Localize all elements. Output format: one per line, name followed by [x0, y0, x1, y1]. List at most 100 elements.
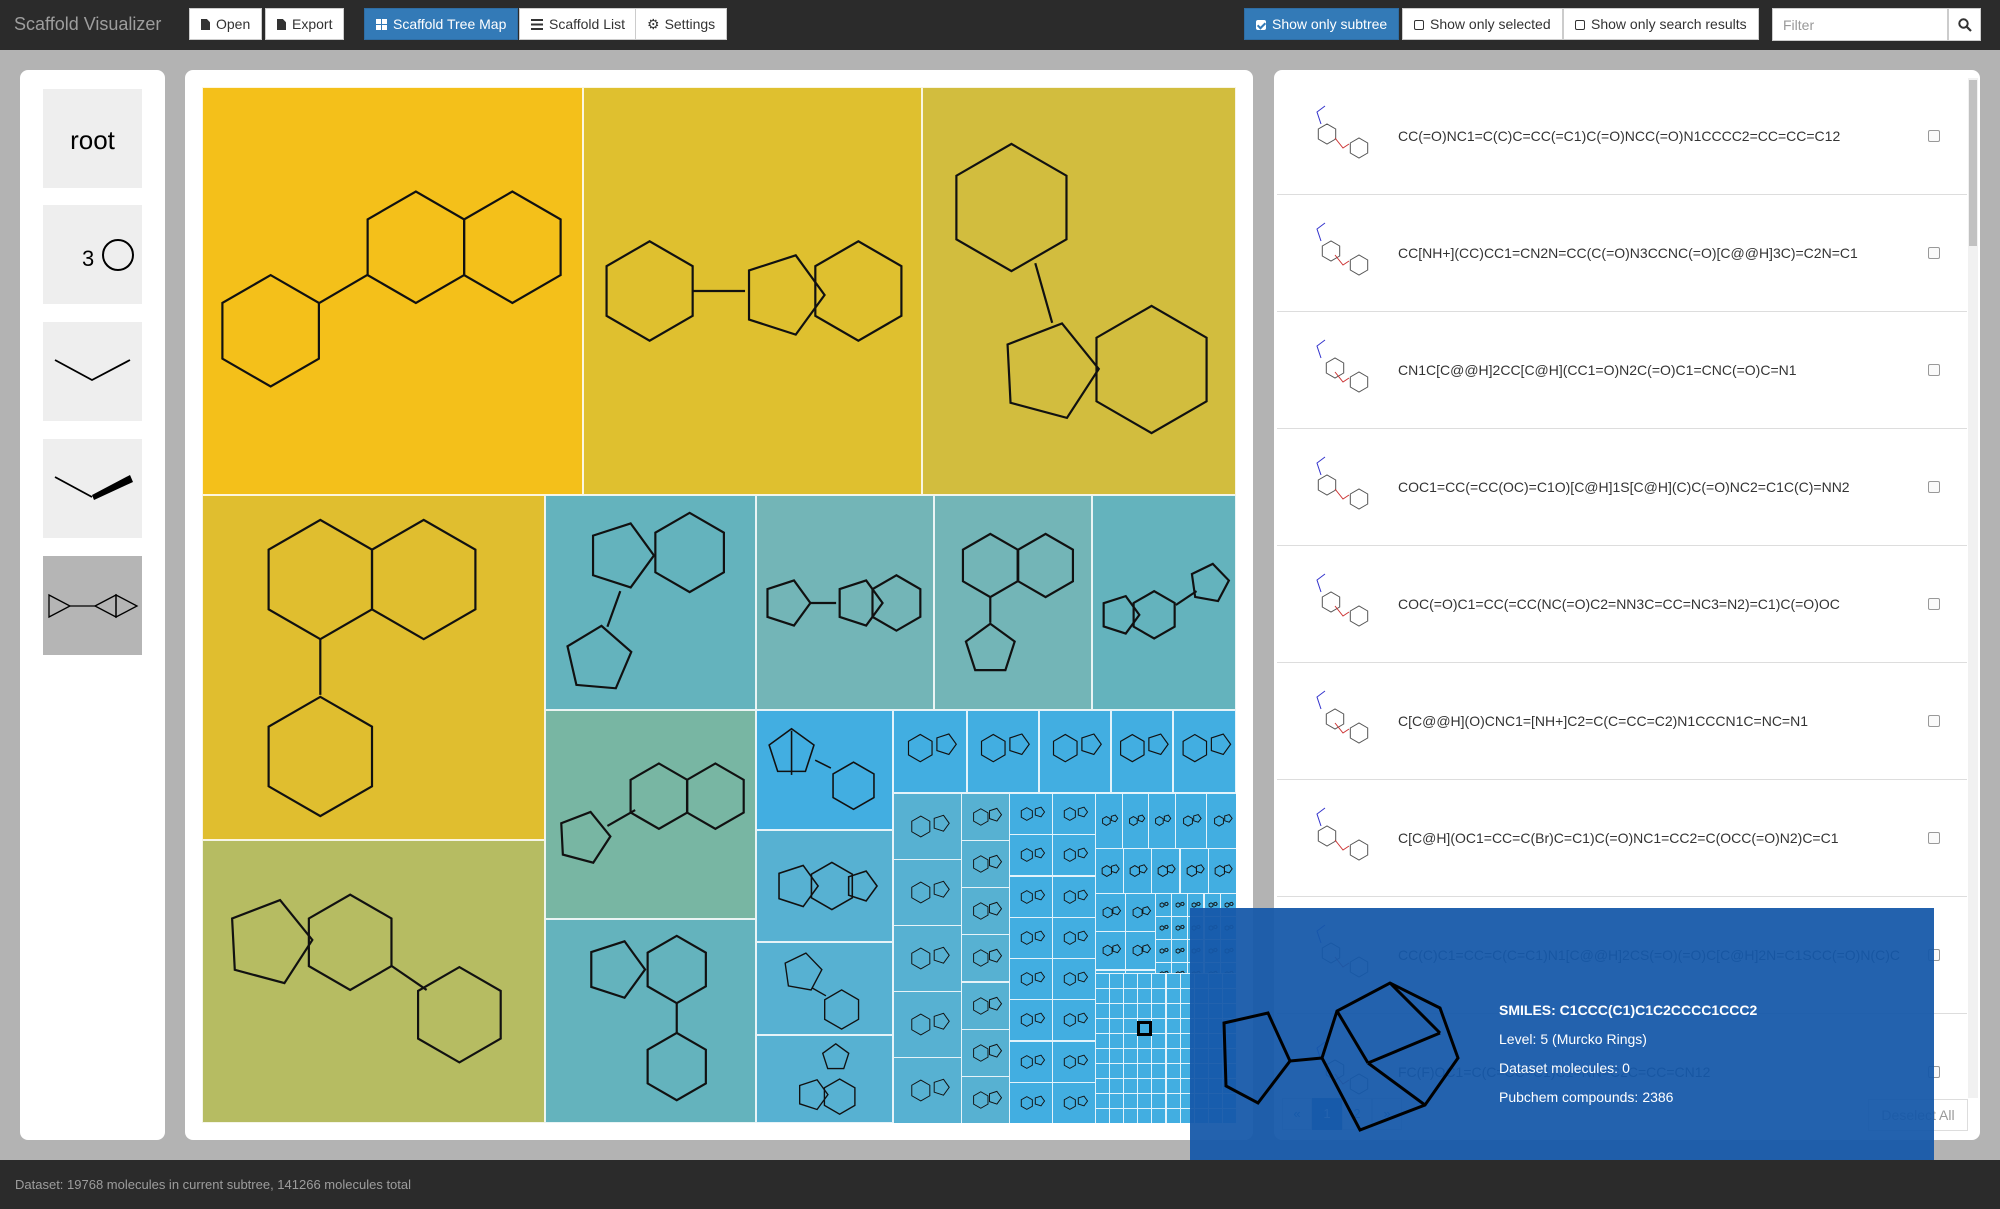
treemap-cell[interactable] — [1151, 1063, 1166, 1079]
treemap-cell[interactable] — [1095, 931, 1126, 970]
treemap-cell[interactable] — [961, 1029, 1010, 1077]
treemap-cell[interactable] — [756, 495, 934, 710]
treemap-cell[interactable] — [961, 840, 1010, 888]
treemap-cell[interactable] — [1095, 893, 1126, 932]
treemap-cell[interactable] — [1095, 1018, 1110, 1034]
treemap-cell[interactable] — [1151, 1033, 1166, 1049]
treemap-cell[interactable] — [1109, 1003, 1124, 1019]
treemap-cell[interactable] — [202, 840, 545, 1123]
treemap-cell[interactable] — [1166, 973, 1181, 989]
treemap-cell[interactable] — [1052, 1082, 1096, 1123]
treemap-cell[interactable] — [756, 1035, 893, 1123]
treemap-cell[interactable] — [1109, 973, 1124, 989]
treemap-cell[interactable] — [756, 830, 893, 942]
treemap-cell[interactable] — [1137, 1003, 1152, 1019]
treemap-cell[interactable] — [1125, 931, 1156, 970]
treemap-cell[interactable] — [1052, 834, 1096, 876]
treemap-cell[interactable] — [756, 710, 893, 830]
treemap-cell[interactable] — [1052, 1041, 1096, 1083]
treemap-cell[interactable] — [1125, 893, 1156, 932]
molecule-row[interactable]: CC[NH+](CC)CC1=CN2N=CC(C(=O)N3CCNC(=O)[C… — [1277, 195, 1967, 312]
treemap-cell[interactable] — [1137, 988, 1152, 1004]
treemap-cell[interactable] — [1009, 876, 1053, 918]
treemap-cell[interactable] — [1166, 1078, 1181, 1094]
molecule-select-checkbox[interactable] — [1928, 598, 1940, 610]
treemap-cell[interactable] — [893, 710, 967, 793]
treemap-cell[interactable] — [1137, 973, 1152, 989]
molecule-select-checkbox[interactable] — [1928, 832, 1940, 844]
treemap-cell[interactable] — [961, 1076, 1010, 1123]
treemap-cell[interactable] — [1155, 916, 1172, 940]
treemap-cell[interactable] — [1095, 1033, 1110, 1049]
treemap-cell[interactable] — [1009, 834, 1053, 876]
treemap-cell[interactable] — [1123, 988, 1138, 1004]
treemap-cell[interactable] — [1095, 1093, 1110, 1109]
treemap-cell[interactable] — [1173, 710, 1236, 793]
molecule-select-checkbox[interactable] — [1928, 130, 1940, 142]
treemap-cell[interactable] — [1039, 710, 1111, 793]
treemap-cell[interactable] — [202, 87, 583, 495]
treemap-cell[interactable] — [202, 495, 545, 840]
level-murcko-rings[interactable] — [43, 556, 142, 655]
treemap-cell[interactable] — [1095, 1108, 1110, 1123]
treemap-cell[interactable] — [1171, 939, 1188, 963]
toggle-show-only-subtree[interactable]: Show only subtree — [1244, 8, 1400, 40]
molecule-select-checkbox[interactable] — [1928, 247, 1940, 259]
treemap-cell[interactable] — [1095, 973, 1110, 989]
treemap-cell[interactable] — [1206, 793, 1236, 849]
treemap-cell[interactable] — [961, 887, 1010, 935]
treemap-cell[interactable] — [545, 919, 756, 1123]
treemap-cell[interactable] — [1109, 988, 1124, 1004]
treemap-cell[interactable] — [1151, 973, 1166, 989]
treemap-cell[interactable] — [1123, 1003, 1138, 1019]
treemap-cell[interactable] — [1180, 848, 1209, 894]
molecule-row[interactable]: C[C@H](OC1=CC=C(Br)C=C1)C(=O)NC1=CC2=C(O… — [1277, 780, 1967, 897]
level-root[interactable]: root — [43, 89, 142, 188]
treemap-cell[interactable] — [1123, 1048, 1138, 1064]
export-button[interactable]: Export — [265, 8, 345, 40]
treemap-cell[interactable] — [1123, 1108, 1138, 1123]
treemap-cell[interactable] — [1052, 999, 1096, 1041]
treemap-cell[interactable] — [1123, 973, 1138, 989]
treemap-cell[interactable] — [1109, 1078, 1124, 1094]
molecule-row[interactable]: COC(=O)C1=CC(=CC(NC(=O)C2=NN3C=CC=NC3=N2… — [1277, 546, 1967, 663]
treemap-cell[interactable] — [545, 495, 756, 710]
treemap-cell[interactable] — [1095, 1048, 1110, 1064]
treemap-cell[interactable] — [1148, 793, 1176, 849]
treemap-cell[interactable] — [934, 495, 1092, 710]
treemap-cell[interactable] — [1155, 939, 1172, 963]
treemap-cell[interactable] — [1109, 1033, 1124, 1049]
tab-settings[interactable]: ⚙ Settings — [635, 8, 728, 40]
molecule-row[interactable]: CN1C[C@@H]2CC[C@H](CC1=O)N2C(=O)C1=CNC(=… — [1277, 312, 1967, 429]
open-button[interactable]: Open — [189, 8, 263, 40]
treemap-cell[interactable] — [893, 925, 962, 992]
treemap-cell[interactable] — [893, 1057, 962, 1123]
treemap-cell[interactable] — [1009, 917, 1053, 959]
treemap-cell[interactable] — [1009, 958, 1053, 1000]
treemap-cell[interactable] — [1171, 893, 1188, 917]
treemap-cell[interactable] — [1151, 988, 1166, 1004]
treemap-cell[interactable] — [1208, 848, 1236, 894]
treemap-cell[interactable] — [1166, 1003, 1181, 1019]
molecule-select-checkbox[interactable] — [1928, 481, 1940, 493]
treemap-cell[interactable] — [1166, 1018, 1181, 1034]
treemap-cell[interactable] — [1109, 1093, 1124, 1109]
treemap-cell[interactable] — [1137, 1093, 1152, 1109]
search-button[interactable] — [1948, 8, 1981, 41]
treemap-cell[interactable] — [1151, 848, 1180, 894]
molecule-row[interactable]: C[C@@H](O)CNC1=[NH+]C2=C(C=CC=C2)N1CCCN1… — [1277, 663, 1967, 780]
treemap-cell[interactable] — [961, 982, 1010, 1030]
treemap-cell[interactable] — [1123, 1093, 1138, 1109]
molecule-select-checkbox[interactable] — [1928, 364, 1940, 376]
treemap-cell[interactable] — [1166, 1108, 1181, 1123]
treemap-cell[interactable] — [1155, 893, 1172, 917]
treemap-cell[interactable] — [1166, 1048, 1181, 1064]
treemap-cell[interactable] — [1122, 793, 1150, 849]
treemap-cell[interactable] — [1151, 1048, 1166, 1064]
treemap-cell[interactable] — [967, 710, 1039, 793]
treemap-cell[interactable] — [1151, 1108, 1166, 1123]
toggle-show-only-search-results[interactable]: Show only search results — [1563, 8, 1759, 40]
treemap-cell[interactable] — [1123, 1078, 1138, 1094]
tab-scaffold-tree-map[interactable]: Scaffold Tree Map — [364, 8, 519, 40]
level-bond-frameworks[interactable] — [43, 439, 142, 538]
